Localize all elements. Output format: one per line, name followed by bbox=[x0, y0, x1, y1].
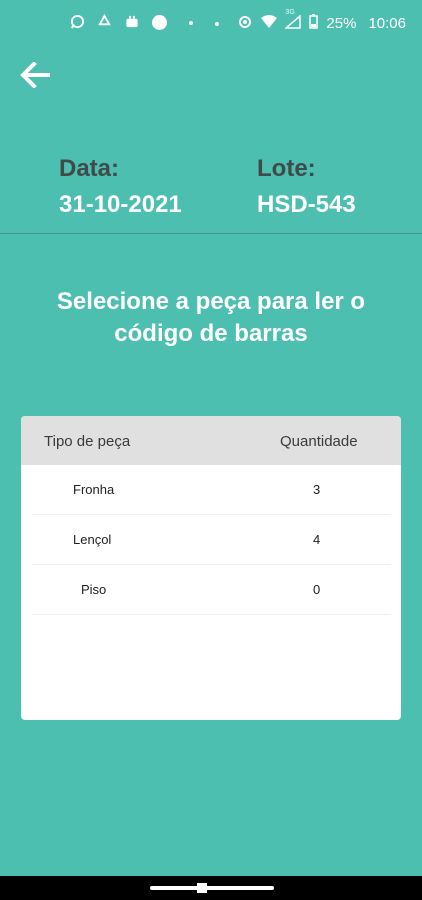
parts-table: Tipo de peça Quantidade Fronha 3 Lençol … bbox=[21, 416, 401, 720]
batch-value: HSD-543 bbox=[257, 191, 356, 218]
circle-icon bbox=[152, 15, 167, 30]
status-bar: 3G 25% 10:06 bbox=[0, 0, 422, 48]
home-gesture-handle[interactable] bbox=[150, 886, 274, 890]
table-row[interactable]: Fronha 3 bbox=[31, 465, 391, 515]
wifi-icon bbox=[261, 14, 278, 33]
gesture-knob bbox=[197, 883, 207, 893]
battery-icon bbox=[309, 14, 319, 33]
batch-info: Lote: HSD-543 bbox=[257, 155, 356, 219]
row-quantity: 4 bbox=[313, 532, 321, 547]
system-icons: 3G 25% 10:06 bbox=[215, 9, 406, 33]
dot-icon bbox=[189, 20, 193, 25]
row-part-name: Lençol bbox=[73, 532, 112, 547]
row-part-name: Fronha bbox=[73, 482, 115, 497]
arrow-left-icon bbox=[20, 62, 50, 88]
divider bbox=[0, 233, 422, 234]
signal-icon: 3G bbox=[284, 9, 302, 33]
back-button[interactable] bbox=[18, 58, 52, 92]
whatsapp-icon bbox=[70, 14, 85, 31]
table-row[interactable]: Piso 0 bbox=[31, 565, 391, 615]
table-row[interactable]: Lençol 4 bbox=[31, 515, 391, 565]
date-value: 31-10-2021 bbox=[59, 191, 182, 218]
row-quantity: 0 bbox=[313, 582, 321, 597]
dot-icon bbox=[215, 21, 220, 26]
clock: 10:06 bbox=[368, 15, 406, 32]
recycle-icon bbox=[97, 13, 112, 31]
eye-icon bbox=[237, 15, 253, 33]
robot-icon bbox=[124, 14, 140, 31]
column-header-quantity: Quantidade bbox=[280, 433, 358, 450]
network-type: 3G bbox=[285, 8, 295, 16]
column-header-type: Tipo de peça bbox=[44, 433, 131, 450]
row-part-name: Piso bbox=[81, 582, 107, 597]
table-header: Tipo de peça Quantidade bbox=[21, 416, 401, 465]
battery-percent: 25% bbox=[326, 15, 357, 32]
instruction-text: Selecione a peça para ler o código de ba… bbox=[56, 288, 366, 347]
date-info: Data: 31-10-2021 bbox=[59, 155, 182, 219]
batch-label: Lote: bbox=[257, 155, 316, 182]
date-label: Data: bbox=[59, 155, 120, 182]
row-quantity: 3 bbox=[313, 482, 321, 497]
notification-icons bbox=[70, 13, 193, 31]
navigation-bar bbox=[0, 876, 422, 900]
